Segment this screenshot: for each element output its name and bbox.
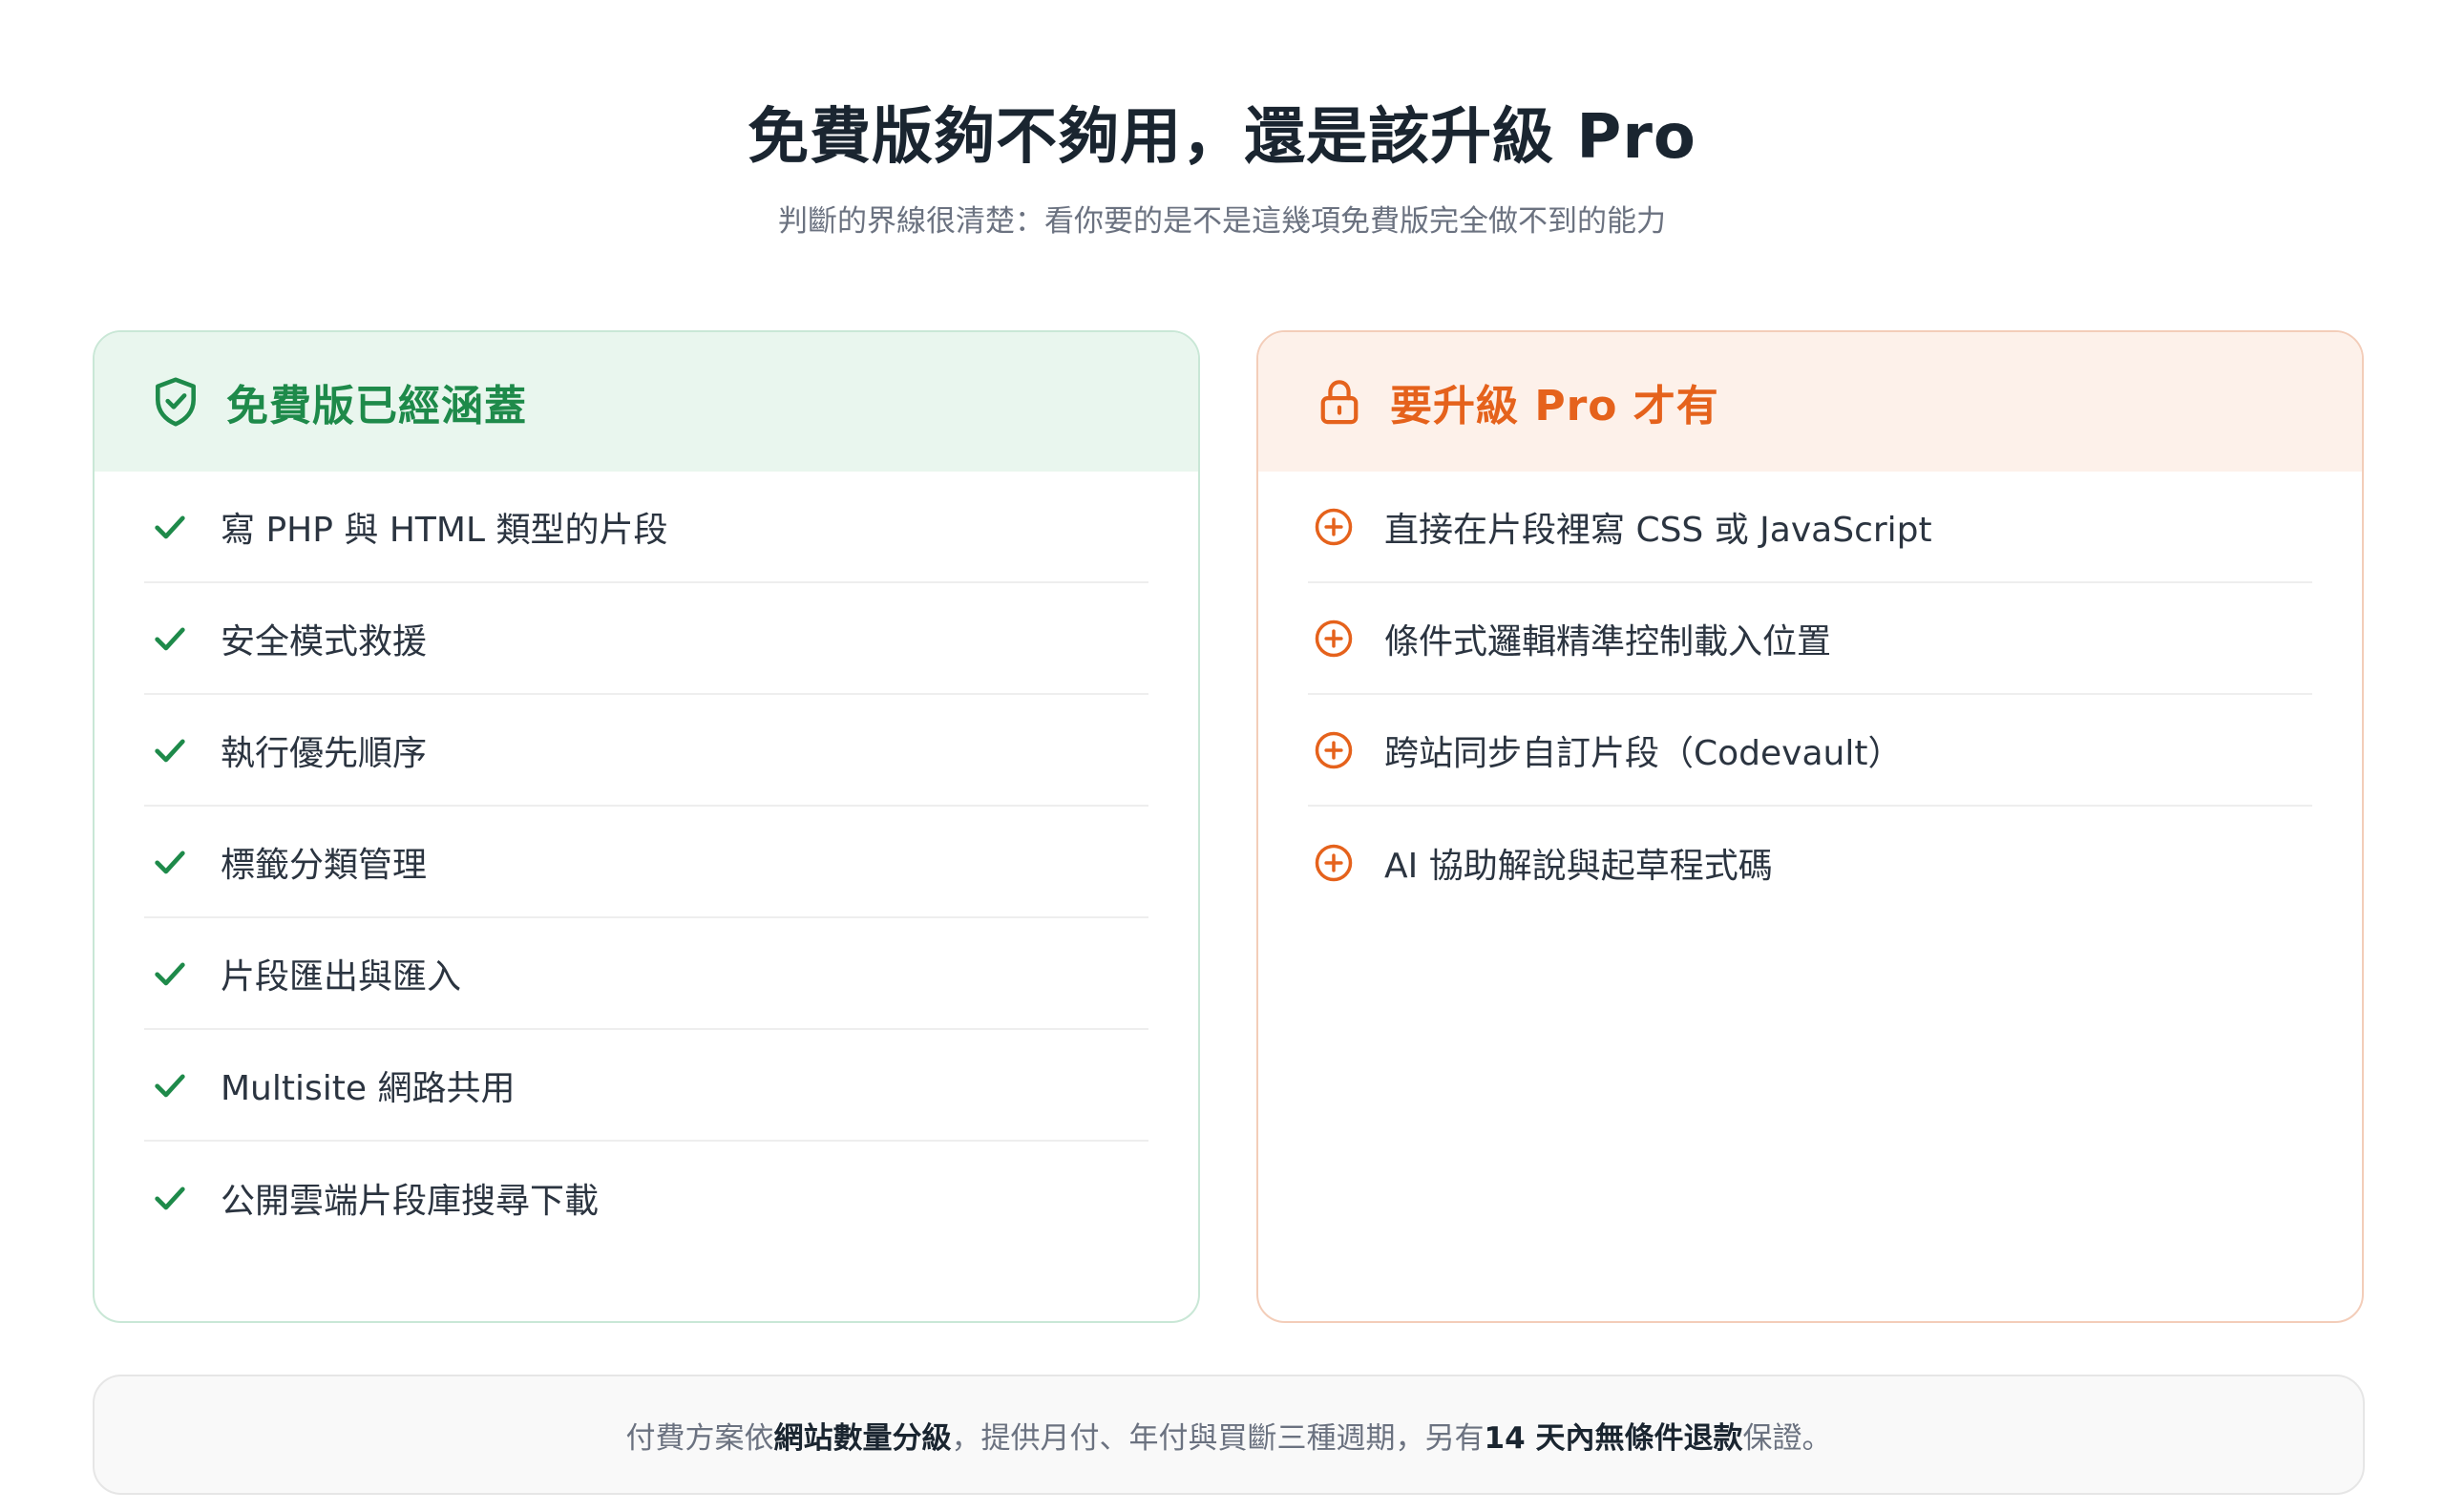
page-header: 免費版夠不夠用，還是該升級 Pro 判斷的界線很清楚：看你要的是不是這幾項免費版… (0, 92, 2444, 242)
pro-feature-item: 條件式邏輯精準控制載入位置 (1308, 583, 2312, 695)
check-icon (150, 842, 190, 882)
free-feature-item: 寫 PHP 與 HTML 類型的片段 (144, 472, 1148, 583)
pro-feature-list: 直接在片段裡寫 CSS 或 JavaScript 條件式邏輯精準控制載入位置 跨… (1258, 472, 2362, 918)
free-feature-label: 標籤分類管理 (221, 845, 428, 885)
pro-plan-card: 要升級 Pro 才有 直接在片段裡寫 CSS 或 JavaScript 條件式邏… (1256, 330, 2364, 1323)
shield-check-icon (150, 376, 201, 428)
pricing-note: 付費方案依 網站數量分級 ，提供月付、年付與買斷三種週期，另有 14 天內無條件退款… (93, 1375, 2365, 1495)
free-feature-label: 執行優先順序 (221, 733, 428, 773)
check-icon (150, 1065, 190, 1105)
free-feature-item: 公開雲端片段庫搜尋下載 (144, 1142, 1148, 1253)
free-feature-item: 標籤分類管理 (144, 807, 1148, 918)
plus-circle-icon (1314, 507, 1354, 547)
plus-circle-icon (1314, 843, 1354, 883)
pro-feature-label: AI 協助解說與起草程式碼 (1384, 846, 1773, 886)
refund-guarantee-emphasis: 14 天內無條件退款 (1484, 1420, 1743, 1456)
free-feature-list: 寫 PHP 與 HTML 類型的片段 安全模式救援 執行優先順序 標籤分類管理 (95, 472, 1198, 1253)
check-icon (150, 954, 190, 994)
pro-feature-label: 跨站同步自訂片段（Codevault） (1384, 733, 1903, 773)
check-icon (150, 619, 190, 659)
check-icon (150, 1178, 190, 1218)
free-feature-item: 片段匯出與匯入 (144, 918, 1148, 1030)
page-title: 免費版夠不夠用，還是該升級 Pro (748, 102, 1696, 173)
pro-feature-item: AI 協助解說與起草程式碼 (1308, 807, 2312, 918)
free-feature-label: 安全模式救援 (221, 621, 428, 662)
page: 免費版夠不夠用，還是該升級 Pro 判斷的界線很清楚：看你要的是不是這幾項免費版… (0, 0, 2444, 1512)
pro-feature-label: 條件式邏輯精準控制載入位置 (1384, 621, 1832, 662)
pricing-note-emphasis: 網站數量分級 (773, 1420, 952, 1456)
check-icon (150, 507, 190, 547)
page-subtitle: 判斷的界線很清楚：看你要的是不是這幾項免費版完全做不到的能力 (778, 204, 1666, 239)
free-plan-header: 免費版已經涵蓋 (95, 332, 1198, 472)
plus-circle-icon (1314, 619, 1354, 659)
free-feature-item: 執行優先順序 (144, 695, 1148, 807)
pricing-note-text: 保證。 (1742, 1420, 1832, 1456)
free-feature-item: 安全模式救援 (144, 583, 1148, 695)
free-plan-card: 免費版已經涵蓋 寫 PHP 與 HTML 類型的片段 安全模式救援 執行優先順序 (93, 330, 1200, 1323)
free-feature-label: 寫 PHP 與 HTML 類型的片段 (221, 510, 668, 550)
free-plan-title: 免費版已經涵蓋 (226, 382, 527, 430)
pricing-note-text: ，提供月付、年付與買斷三種週期，另有 (951, 1420, 1485, 1456)
check-icon (150, 730, 190, 770)
plus-circle-icon (1314, 730, 1354, 770)
pro-feature-item: 跨站同步自訂片段（Codevault） (1308, 695, 2312, 807)
free-feature-item: Multisite 網路共用 (144, 1030, 1148, 1142)
pro-feature-item: 直接在片段裡寫 CSS 或 JavaScript (1308, 472, 2312, 583)
pro-plan-title: 要升級 Pro 才有 (1390, 382, 1719, 430)
free-feature-label: Multisite 網路共用 (221, 1068, 516, 1108)
pro-feature-label: 直接在片段裡寫 CSS 或 JavaScript (1384, 510, 1932, 550)
free-feature-label: 公開雲端片段庫搜尋下載 (221, 1181, 600, 1221)
free-feature-label: 片段匯出與匯入 (221, 956, 462, 997)
pro-plan-header: 要升級 Pro 才有 (1258, 332, 2362, 472)
pricing-note-text: 付費方案依 (625, 1420, 774, 1456)
lock-icon (1314, 376, 1365, 428)
